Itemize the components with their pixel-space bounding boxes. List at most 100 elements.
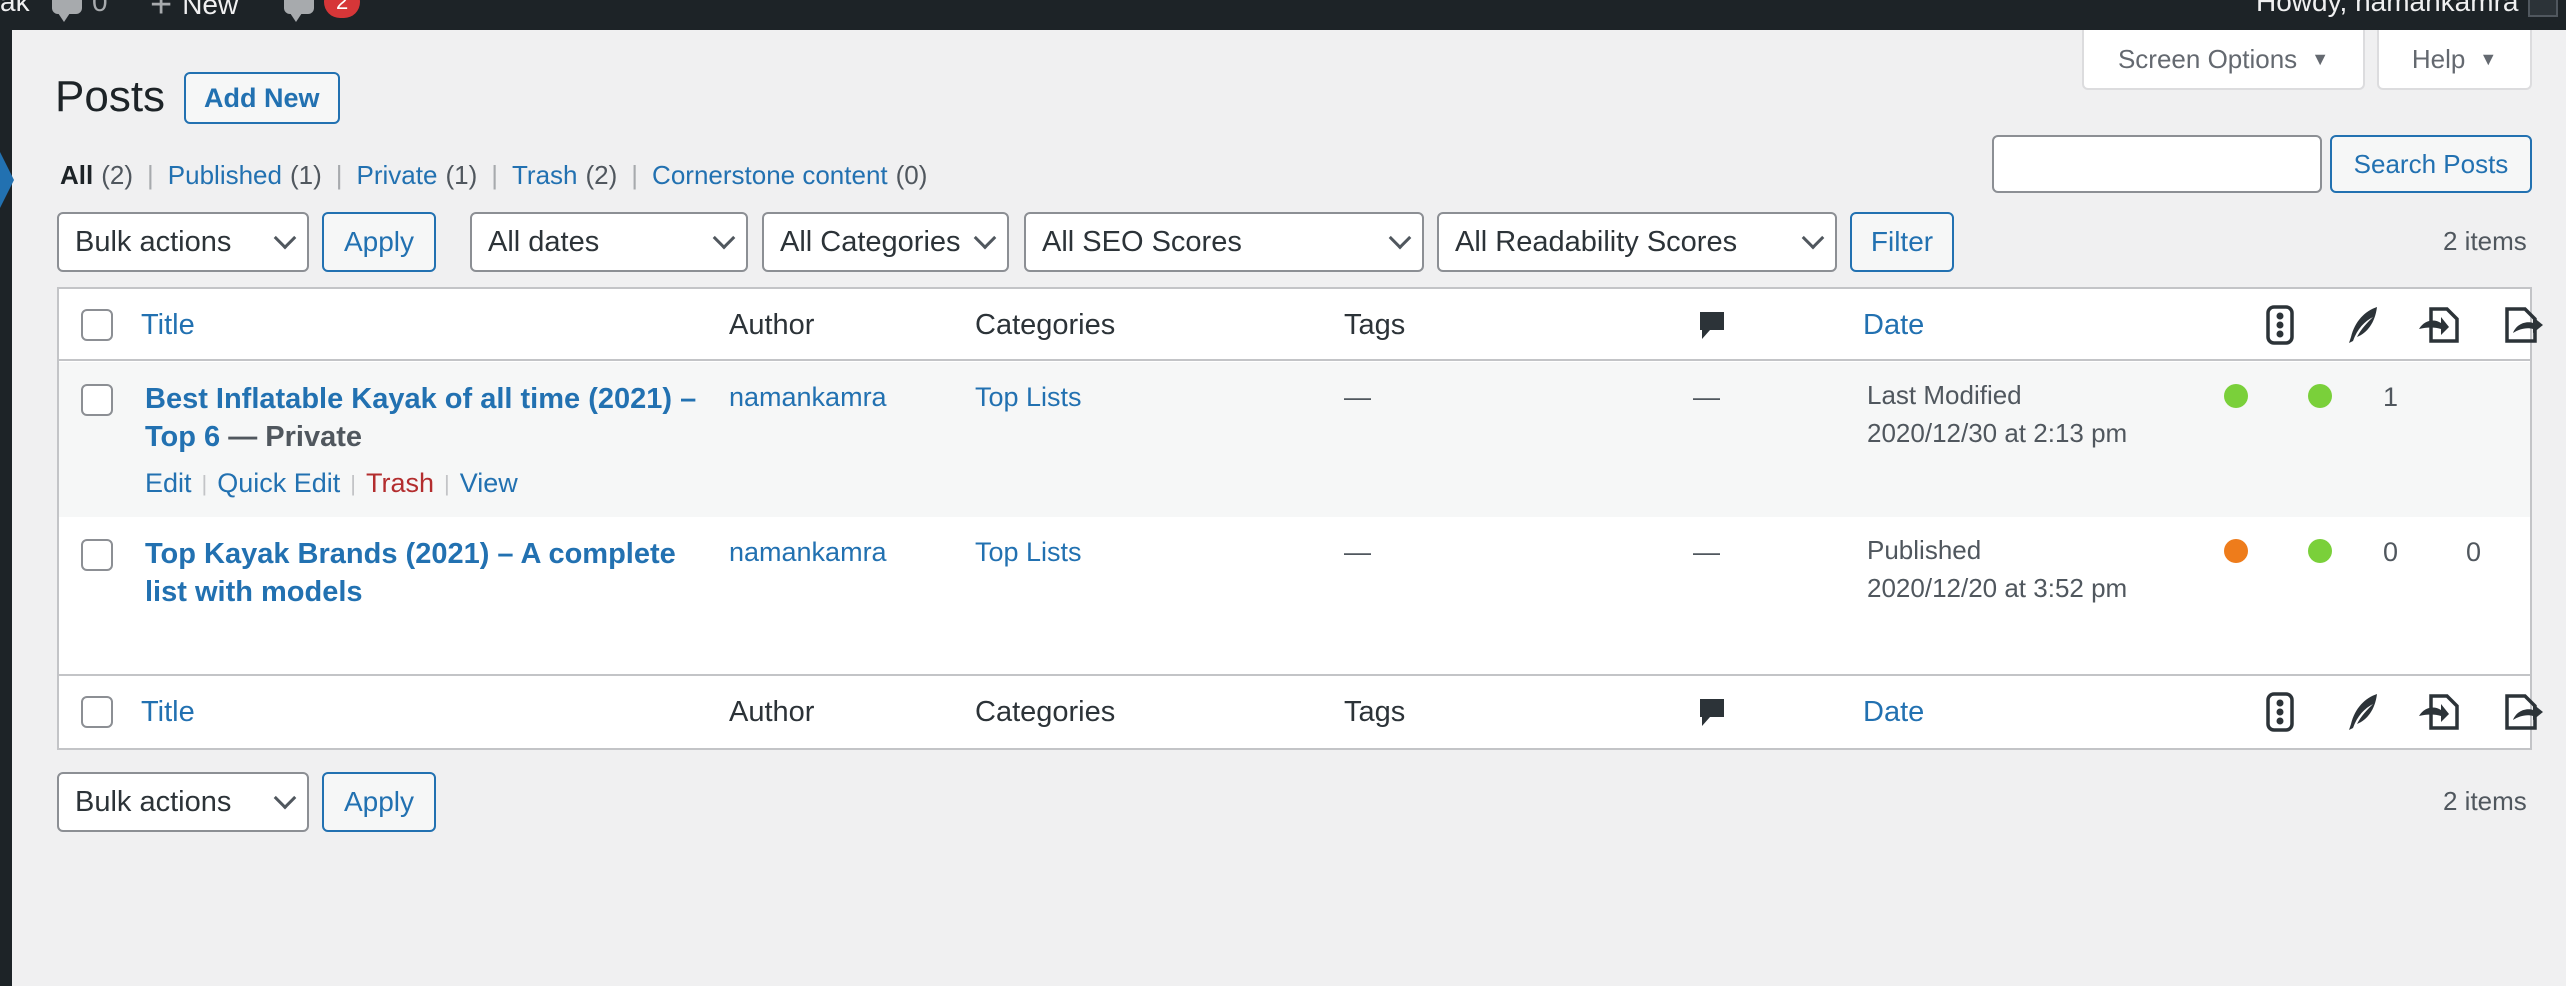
post-title-line-2: Top 6: [145, 421, 221, 453]
post-title-link[interactable]: Best Inflatable Kayak of all time (2021)…: [145, 380, 735, 456]
updates-badge: 2: [324, 0, 361, 18]
view-published[interactable]: Published: [168, 160, 282, 191]
bulk-actions-select-bottom[interactable]: Bulk actions: [57, 772, 309, 832]
apply-button-top[interactable]: Apply: [322, 212, 436, 272]
my-account-link[interactable]: Howdy, namankamra: [2256, 0, 2559, 18]
separator: |: [631, 160, 639, 190]
bulk-actions-value: Bulk actions: [75, 225, 232, 258]
post-state: — Private: [228, 421, 363, 453]
category-link[interactable]: Top Lists: [975, 382, 1082, 413]
comment-bubble-icon: [52, 0, 82, 22]
table-footer-row: Title Author Categories Tags Date: [59, 674, 2543, 746]
site-name-fragment: ak: [0, 0, 30, 17]
post-title-line-2: list with models: [145, 576, 363, 608]
feather-icon: [2349, 307, 2377, 343]
traffic-light-icon: [2266, 305, 2294, 345]
items-count-bottom: 2 items: [2443, 786, 2527, 816]
filter-button[interactable]: Filter: [1850, 212, 1954, 272]
tags-value: —: [1344, 382, 1371, 412]
caret-down-icon: ▼: [2311, 48, 2330, 69]
seo-score-filter-select[interactable]: All SEO Scores: [1024, 212, 1424, 272]
view-published-count: (1): [289, 160, 322, 190]
view-cornerstone[interactable]: Cornerstone content: [652, 160, 888, 191]
dates-filter-select[interactable]: All dates: [470, 212, 748, 272]
separator: |: [201, 470, 208, 496]
seo-score-dot: [2224, 539, 2248, 563]
date-cell: Last Modified 2020/12/30 at 2:13 pm: [1867, 376, 2127, 452]
view-link[interactable]: View: [460, 468, 518, 499]
bulk-actions-value: Bulk actions: [75, 785, 232, 818]
site-name-link[interactable]: ak: [0, 0, 30, 18]
bulk-actions-select-top[interactable]: Bulk actions: [57, 212, 309, 272]
post-status-views: All (2) | Published (1) | Private (1) | …: [60, 160, 927, 191]
category-link[interactable]: Top Lists: [975, 537, 1082, 568]
new-label: New: [182, 0, 239, 20]
avatar: [2528, 0, 2559, 17]
row-actions: Edit | Quick Edit | Trash | View: [145, 468, 518, 499]
view-trash[interactable]: Trash: [512, 160, 578, 191]
view-all-count: (2): [101, 160, 134, 190]
row-checkbox[interactable]: [81, 539, 113, 571]
column-title-sort[interactable]: Title: [141, 309, 195, 342]
view-all[interactable]: All: [60, 160, 93, 191]
separator: |: [335, 160, 343, 190]
categories-filter-select[interactable]: All Categories: [762, 212, 1009, 272]
column-title-sort[interactable]: Title: [141, 696, 195, 729]
comments-value: —: [1693, 537, 1720, 567]
post-title-line-1: Best Inflatable Kayak of all time (2021)…: [145, 383, 697, 415]
column-author: Author: [729, 696, 815, 728]
help-label: Help: [2411, 43, 2466, 74]
separator: |: [444, 470, 450, 496]
chevron-down-icon: [712, 226, 736, 250]
select-all-checkbox[interactable]: [81, 309, 113, 341]
select-all-checkbox[interactable]: [81, 696, 113, 728]
author-link[interactable]: namankamra: [729, 382, 887, 413]
plus-icon: +: [150, 0, 173, 26]
separator: |: [147, 160, 154, 190]
separator: |: [350, 470, 357, 496]
column-date-sort[interactable]: Date: [1863, 309, 1924, 342]
view-private[interactable]: Private: [357, 160, 438, 191]
column-tags: Tags: [1344, 309, 1406, 341]
column-date-sort[interactable]: Date: [1863, 696, 1924, 729]
date-cell: Published 2020/12/20 at 3:52 pm: [1867, 531, 2127, 607]
incoming-links-count: 1: [2383, 382, 2399, 412]
new-content-link[interactable]: + New: [150, 0, 238, 24]
current-menu-pointer: [0, 152, 14, 208]
trash-link[interactable]: Trash: [366, 468, 434, 499]
search-posts-button[interactable]: Search Posts: [2330, 135, 2532, 193]
search-input[interactable]: [1992, 135, 2322, 193]
items-count-top: 2 items: [2443, 226, 2527, 256]
edit-link[interactable]: Edit: [145, 468, 192, 499]
chevron-down-icon: [273, 226, 297, 250]
updates-link[interactable]: 2: [284, 0, 361, 22]
dates-filter-value: All dates: [488, 225, 600, 258]
post-title-link[interactable]: Top Kayak Brands (2021) – A complete lis…: [145, 535, 735, 611]
readability-filter-select[interactable]: All Readability Scores: [1437, 212, 1837, 272]
help-button[interactable]: Help ▼: [2377, 30, 2532, 90]
comment-bubble-icon[interactable]: [1697, 309, 1727, 343]
add-new-button[interactable]: Add New: [184, 72, 340, 124]
screen-options-button[interactable]: Screen Options ▼: [2082, 30, 2365, 90]
seo-score-dot: [2224, 384, 2248, 408]
date-value: 2020/12/20 at 3:52 pm: [1867, 573, 2128, 603]
date-value: 2020/12/30 at 2:13 pm: [1867, 418, 2128, 448]
quick-edit-link[interactable]: Quick Edit: [217, 468, 340, 499]
apply-button-bottom[interactable]: Apply: [322, 772, 436, 832]
table-header-row: Title Author Categories Tags Date: [59, 289, 2543, 361]
row-checkbox[interactable]: [81, 384, 113, 416]
screen-options-label: Screen Options: [2117, 43, 2298, 74]
author-link[interactable]: namankamra: [729, 537, 887, 568]
caret-down-icon: ▼: [2479, 48, 2498, 69]
date-status: Last Modified: [1867, 380, 2022, 410]
comment-bubble-icon[interactable]: [1697, 696, 1727, 730]
seo-score-filter-value: All SEO Scores: [1042, 225, 1242, 258]
incoming-links-icon: [2419, 307, 2459, 343]
chevron-down-icon: [1388, 226, 1412, 250]
traffic-light-icon: [2266, 692, 2294, 732]
table-row: Best Inflatable Kayak of all time (2021)…: [59, 362, 2530, 517]
chevron-down-icon: [973, 226, 997, 250]
comments-link[interactable]: 0: [52, 0, 108, 22]
chevron-down-icon: [273, 786, 297, 810]
comments-value: —: [1693, 382, 1720, 412]
